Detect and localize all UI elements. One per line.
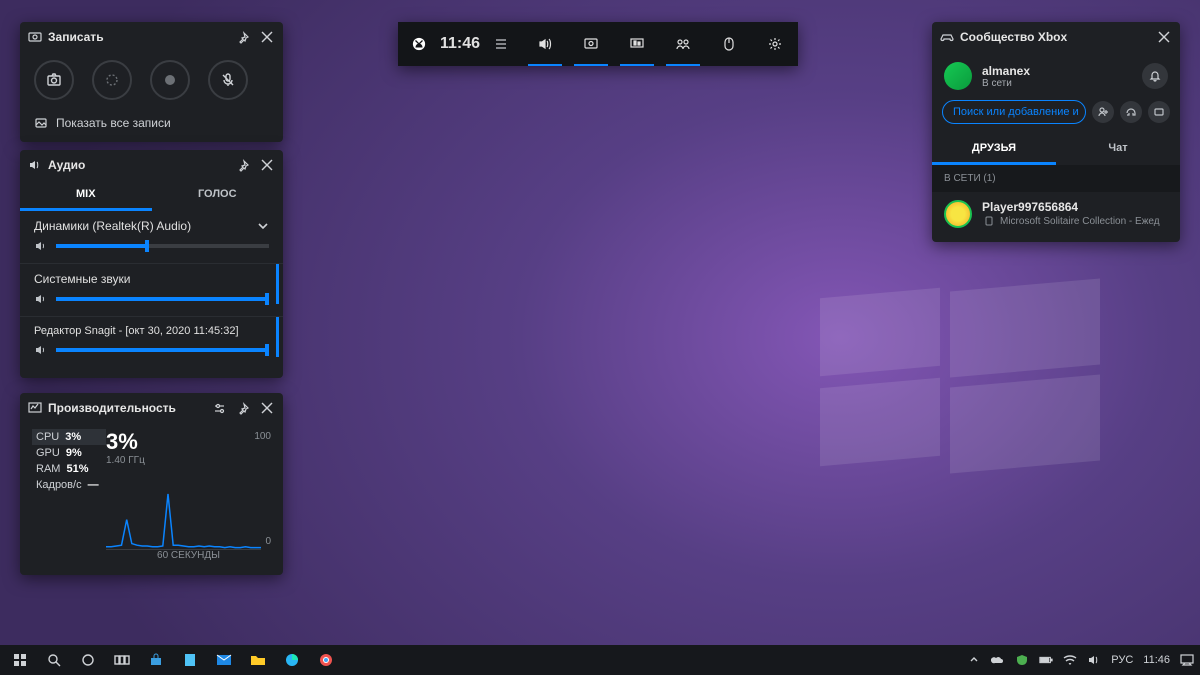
close-button[interactable]: [259, 29, 275, 45]
online-section-header: В СЕТИ (1): [932, 165, 1180, 192]
xbox-title: Сообщество Xbox: [960, 30, 1067, 44]
perf-big-value: 3%: [106, 429, 271, 455]
tab-mix[interactable]: MIX: [20, 180, 152, 211]
app-sound-label: Редактор Snagit - [окт 30, 2020 11:45:32…: [34, 325, 239, 337]
perf-row-ram[interactable]: RAM51%: [32, 461, 106, 477]
tab-voice[interactable]: ГОЛОС: [152, 180, 284, 211]
onedrive-icon[interactable]: [991, 653, 1005, 667]
add-friend-button[interactable]: [1092, 101, 1114, 123]
perf-row-cpu[interactable]: CPU3%: [32, 429, 106, 445]
topbar-settings-button[interactable]: [752, 22, 798, 66]
app-volume-slider[interactable]: [56, 348, 269, 352]
security-icon[interactable]: [1015, 653, 1029, 667]
speaker-icon: [28, 158, 42, 172]
cortana-button[interactable]: [72, 645, 104, 675]
headset-button[interactable]: [1120, 101, 1142, 123]
performance-title: Производительность: [48, 401, 176, 415]
cpu-graph: [106, 470, 261, 550]
friend-avatar: [944, 200, 972, 228]
taskbar: РУС 11:46: [0, 645, 1200, 675]
system-volume-slider[interactable]: [56, 297, 269, 301]
notifications-button[interactable]: [1142, 63, 1168, 89]
graph-y-min: 0: [265, 536, 271, 547]
controller-icon: [940, 30, 954, 44]
task-view-button[interactable]: [106, 645, 138, 675]
battery-icon[interactable]: [1039, 653, 1053, 667]
camera-icon: [28, 30, 42, 44]
settings-sliders-icon[interactable]: [211, 400, 227, 416]
search-button[interactable]: [38, 645, 70, 675]
perf-icon: [28, 401, 42, 415]
start-button[interactable]: [4, 645, 36, 675]
pin-button[interactable]: [235, 157, 251, 173]
xbox-logo-icon: [412, 37, 426, 51]
taskbar-clock[interactable]: 11:46: [1143, 654, 1170, 666]
volume-icon: [34, 292, 48, 306]
language-indicator[interactable]: РУС: [1111, 654, 1133, 666]
system-sounds-label: Системные звуки: [34, 272, 130, 286]
xbox-community-panel: Сообщество Xbox almanex В сети Поиск или…: [932, 22, 1180, 242]
record-panel: Записать Показать все записи: [20, 22, 283, 142]
sound-icon[interactable]: [1087, 653, 1101, 667]
notepad-app[interactable]: [174, 645, 206, 675]
edge-app[interactable]: [276, 645, 308, 675]
explorer-app[interactable]: [242, 645, 274, 675]
start-record-button[interactable]: [150, 60, 190, 100]
windows-wallpaper-logo: [820, 285, 1100, 465]
search-input[interactable]: Поиск или добавление и: [942, 100, 1086, 124]
tray-overflow-icon[interactable]: [967, 653, 981, 667]
game-bar-topbar: 11:46: [398, 22, 798, 66]
topbar-capture-button[interactable]: [568, 22, 614, 66]
close-button[interactable]: [1156, 29, 1172, 45]
action-center-icon[interactable]: [1180, 653, 1194, 667]
device-volume-slider[interactable]: [56, 244, 269, 248]
topbar-audio-button[interactable]: [522, 22, 568, 66]
tab-friends[interactable]: ДРУЗЬЯ: [932, 134, 1056, 165]
gallery-icon: [34, 116, 48, 130]
device-icon: [982, 214, 996, 228]
mic-mute-button[interactable]: [208, 60, 248, 100]
menu-list-icon[interactable]: [494, 37, 508, 51]
performance-panel: Производительность CPU3% GPU9% RAM51% Ка…: [20, 393, 283, 575]
close-button[interactable]: [259, 157, 275, 173]
pin-button[interactable]: [235, 29, 251, 45]
perf-metrics-list: CPU3% GPU9% RAM51% Кадров/с—: [32, 429, 106, 561]
perf-row-gpu[interactable]: GPU9%: [32, 445, 106, 461]
graph-x-label: 60 СЕКУНДЫ: [106, 550, 271, 561]
audio-panel: Аудио MIX ГОЛОС Динамики (Realtek(R) Aud…: [20, 150, 283, 378]
volume-icon: [34, 239, 48, 253]
topbar-clock: 11:46: [440, 35, 480, 53]
looking-for-group-button[interactable]: [1148, 101, 1170, 123]
close-button[interactable]: [259, 400, 275, 416]
show-all-records-link[interactable]: Показать все записи: [56, 116, 171, 130]
friend-name: Player997656864: [982, 200, 1160, 214]
perf-row-fps[interactable]: Кадров/с—: [32, 477, 106, 493]
topbar-xbox-social-button[interactable]: [660, 22, 706, 66]
pin-button[interactable]: [235, 400, 251, 416]
topbar-performance-button[interactable]: [614, 22, 660, 66]
graph-y-max: 100: [254, 431, 271, 442]
volume-icon: [34, 343, 48, 357]
perf-frequency: 1.40 ГГц: [106, 455, 271, 466]
screenshot-button[interactable]: [34, 60, 74, 100]
mail-app[interactable]: [208, 645, 240, 675]
tab-chat[interactable]: Чат: [1056, 134, 1180, 165]
store-app[interactable]: [140, 645, 172, 675]
friend-item[interactable]: Player997656864 Microsoft Solitaire Coll…: [932, 192, 1180, 242]
chevron-down-icon[interactable]: [257, 220, 269, 232]
audio-device-label: Динамики (Realtek(R) Audio): [34, 219, 191, 233]
chrome-app[interactable]: [310, 645, 342, 675]
record-last-button[interactable]: [92, 60, 132, 100]
friend-game-label: Microsoft Solitaire Collection - Ежед: [1000, 216, 1160, 227]
username: almanex: [982, 64, 1030, 78]
user-avatar[interactable]: [944, 62, 972, 90]
user-status: В сети: [982, 78, 1030, 89]
wifi-icon[interactable]: [1063, 653, 1077, 667]
audio-title: Аудио: [48, 158, 85, 172]
record-title: Записать: [48, 30, 104, 44]
topbar-mouse-button[interactable]: [706, 22, 752, 66]
